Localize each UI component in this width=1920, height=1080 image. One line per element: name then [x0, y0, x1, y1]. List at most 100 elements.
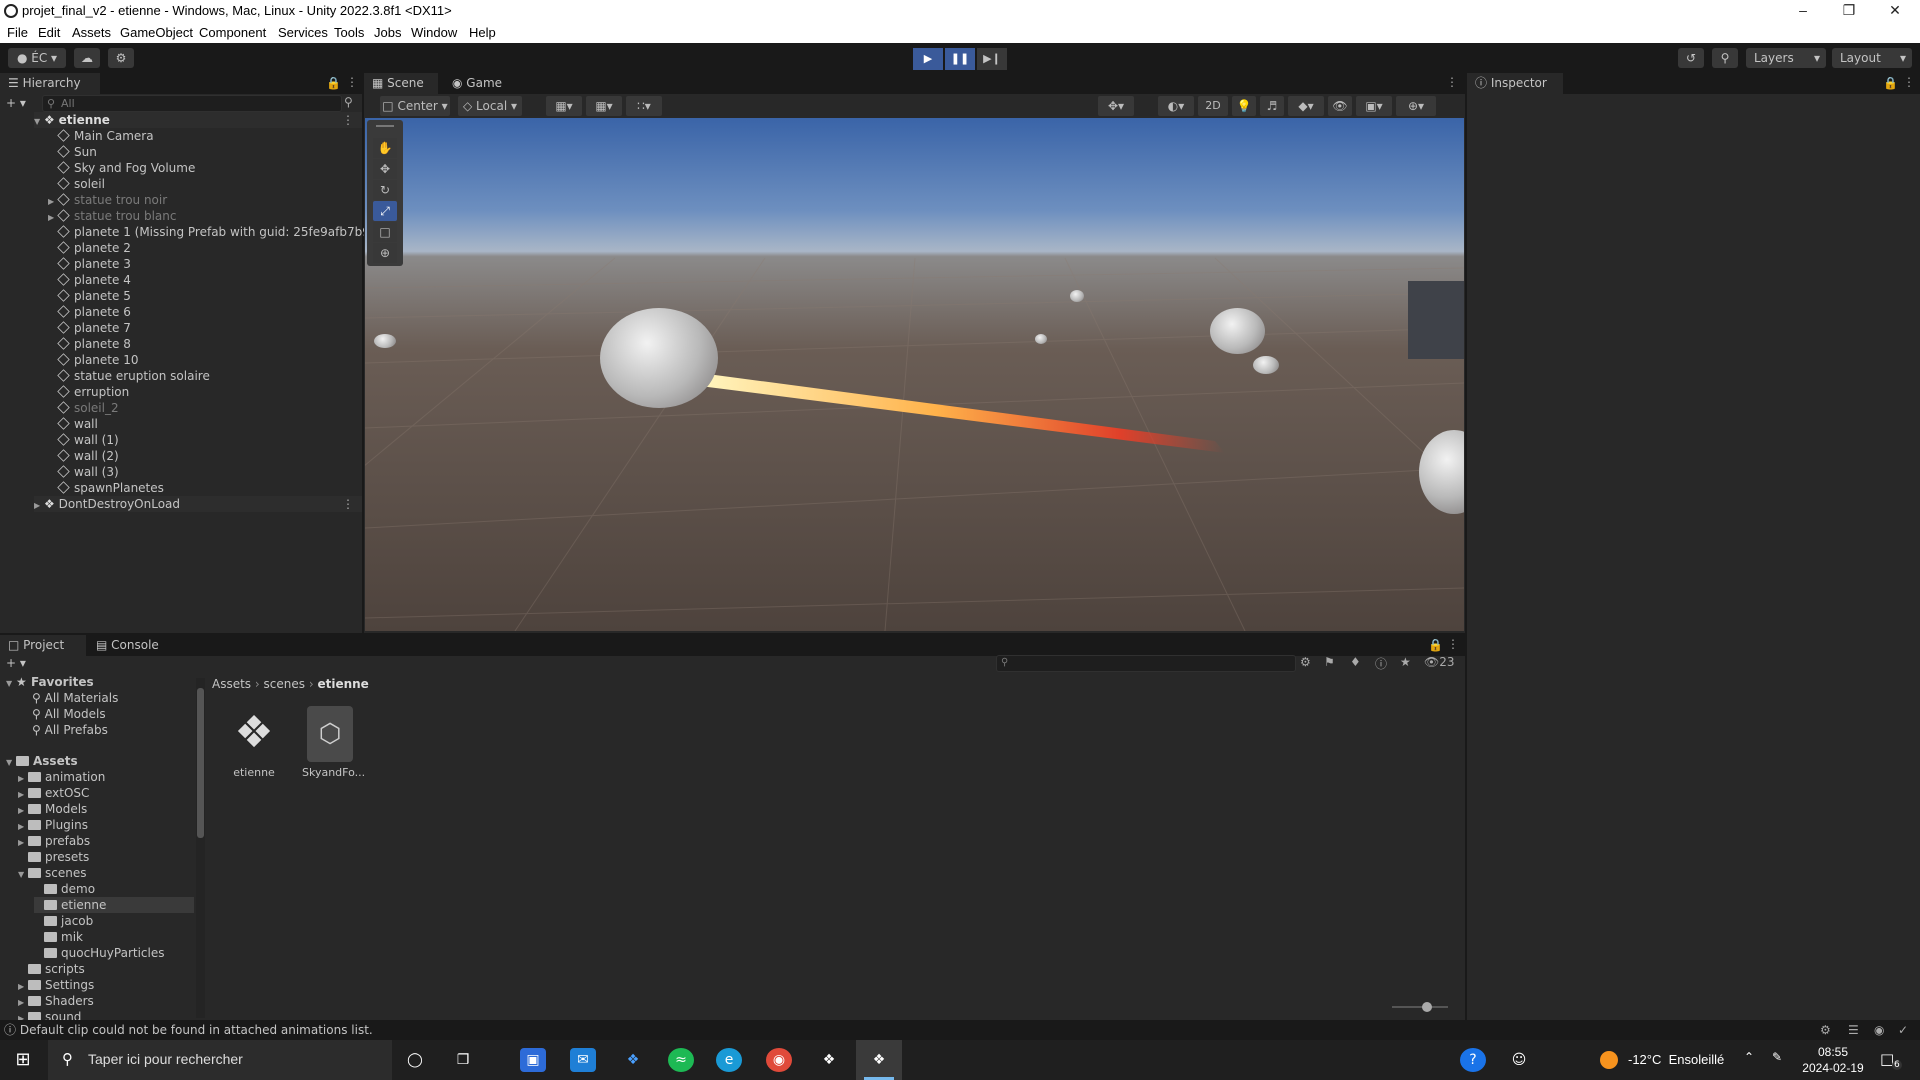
zoom-slider-thumb[interactable]	[1422, 1002, 1432, 1012]
menu-help[interactable]: Help	[469, 25, 496, 40]
hierarchy-item[interactable]: planete 3	[57, 256, 131, 272]
hierarchy-item[interactable]: statue eruption solaire	[57, 368, 210, 384]
hierarchy-item[interactable]: erruption	[57, 384, 129, 400]
hierarchy-item[interactable]: planete 7	[57, 320, 131, 336]
folder-item[interactable]: ▶ animation	[18, 769, 105, 785]
hierarchy-item[interactable]: soleil_2	[57, 400, 119, 416]
progress-icon[interactable]: ✓	[1898, 1020, 1908, 1040]
search-icon[interactable]: ⚲	[1712, 48, 1738, 68]
menu-gameobject[interactable]: GameObject	[120, 25, 193, 40]
expand-arrow-icon[interactable]: ▶	[34, 498, 44, 514]
cloud-icon[interactable]: ☁	[74, 48, 100, 68]
dont-destroy-row[interactable]: ▶ ❖ DontDestroyOnLoad ⋮	[34, 496, 362, 512]
weather-text[interactable]: -12°C Ensoleillé	[1628, 1052, 1724, 1067]
folder-item[interactable]: quocHuyParticles	[34, 945, 164, 961]
more-options-icon[interactable]: ⋮	[342, 112, 354, 128]
info-icon[interactable]: ⓘ	[1375, 655, 1387, 672]
space-dropdown[interactable]: ◇ Local ▾	[458, 96, 522, 116]
dropbox-icon[interactable]: ❖	[620, 1048, 646, 1072]
favorites-header[interactable]: ▼ ★ Favorites	[6, 674, 94, 690]
network-icon[interactable]: ◉	[1874, 1020, 1884, 1040]
expand-arrow-icon[interactable]: ▶	[48, 210, 58, 226]
rect-tool-icon[interactable]: □	[373, 222, 397, 242]
folder-item[interactable]: jacob	[34, 913, 93, 929]
status-message[interactable]: Default clip could not be found in attac…	[20, 1023, 373, 1037]
hierarchy-item[interactable]: planete 8	[57, 336, 131, 352]
tab-console[interactable]: ▤ Console	[88, 635, 168, 656]
folder-item[interactable]: ▶ prefabs	[18, 833, 90, 849]
camera-icon[interactable]: ▣▾	[1356, 96, 1392, 116]
folder-item[interactable]: ▶ extOSC	[18, 785, 89, 801]
favorite-item[interactable]: ⚲ All Materials	[32, 690, 118, 706]
project-search-input[interactable]: ⚲	[996, 655, 1296, 672]
tree-scrollbar[interactable]	[196, 678, 205, 1018]
hierarchy-item[interactable]: spawnPlanetes	[57, 480, 164, 496]
taskbar-search[interactable]: ⚲ Taper ici pour rechercher	[48, 1040, 392, 1080]
lighting-icon[interactable]: 💡	[1232, 96, 1256, 116]
hierarchy-item[interactable]: Main Camera	[57, 128, 154, 144]
folder-item[interactable]: ▶ Settings	[18, 977, 94, 993]
rotate-tool-icon[interactable]: ↻	[373, 180, 397, 200]
hierarchy-item[interactable]: soleil	[57, 176, 105, 192]
create-asset-button[interactable]: + ▾	[6, 656, 26, 670]
expand-arrow-icon[interactable]: ▼	[6, 676, 16, 692]
folder-item[interactable]: mik	[34, 929, 83, 945]
search-by-label-icon[interactable]: ⚑	[1324, 655, 1335, 669]
hierarchy-item[interactable]: wall	[57, 416, 98, 432]
expand-arrow-icon[interactable]: ▼	[6, 755, 16, 771]
folder-item[interactable]: ▶ Shaders	[18, 993, 94, 1009]
windows-start-icon[interactable]: ⊞	[10, 1048, 36, 1072]
folder-item[interactable]: ▶ Models	[18, 801, 87, 817]
folder-item[interactable]: ▼ scenes	[18, 865, 86, 881]
minimize-button[interactable]: –	[1780, 0, 1826, 22]
lock-icon[interactable]: 🔒	[326, 76, 341, 90]
help-icon[interactable]: ?	[1460, 1048, 1486, 1072]
restore-button[interactable]: ❐	[1826, 0, 1872, 22]
grip-handle[interactable]	[376, 125, 394, 127]
zoom-slider[interactable]	[1392, 1002, 1448, 1012]
transform-tool-icon[interactable]: ⊕	[373, 243, 397, 263]
hierarchy-item[interactable]: planete 4	[57, 272, 131, 288]
hidden-packages-badge[interactable]: 👁23	[1424, 655, 1455, 669]
tab-project[interactable]: □ Project	[0, 635, 86, 656]
close-button[interactable]: ✕	[1872, 0, 1918, 22]
favorite-item[interactable]: ⚲ All Prefabs	[32, 722, 108, 738]
hierarchy-search-input[interactable]: ⚲ All	[42, 95, 342, 112]
menu-component[interactable]: Component	[199, 25, 266, 40]
scene-viewport[interactable]	[365, 118, 1464, 631]
pause-button[interactable]: ❚❚	[945, 48, 975, 70]
hierarchy-item[interactable]: planete 5	[57, 288, 131, 304]
task-view-icon[interactable]: ❐	[450, 1048, 476, 1072]
more-options-icon[interactable]: ⋮	[342, 496, 354, 512]
tab-game[interactable]: ◉ Game	[444, 73, 514, 94]
sun-weather-icon[interactable]	[1600, 1051, 1618, 1069]
shading-mode-icon[interactable]: ◐▾	[1158, 96, 1194, 116]
hidden-objects-icon[interactable]: 👁	[1328, 96, 1352, 116]
scale-tool-icon[interactable]: ⤢	[373, 201, 397, 221]
notifications-icon[interactable]: □ 6	[1880, 1050, 1902, 1070]
scene-asset[interactable]: ❖ etienne	[226, 706, 282, 786]
hierarchy-item[interactable]: wall (1)	[57, 432, 119, 448]
favorite-item[interactable]: ⚲ All Models	[32, 706, 106, 722]
effects-icon[interactable]: ◆▾	[1288, 96, 1324, 116]
hand-tool-icon[interactable]: ✋	[373, 138, 397, 158]
step-button[interactable]: ▶❙	[977, 48, 1007, 70]
lock-icon[interactable]: 🔒	[1883, 76, 1898, 90]
history-icon[interactable]: ↺	[1678, 48, 1704, 68]
unity-hub-icon[interactable]: ❖	[816, 1048, 842, 1072]
more-options-icon[interactable]: ⋮	[346, 75, 358, 89]
people-icon[interactable]: ☺	[1506, 1048, 1532, 1072]
hierarchy-item[interactable]: Sky and Fog Volume	[57, 160, 195, 176]
2d-toggle[interactable]: 2D	[1198, 96, 1228, 116]
clock[interactable]: 08:55 2024-02-19	[1796, 1044, 1870, 1076]
folder-item[interactable]: scripts	[18, 961, 85, 977]
cache-icon[interactable]: ☰	[1848, 1020, 1859, 1040]
add-object-button[interactable]: + ▾	[6, 96, 26, 110]
breadcrumb-scenes[interactable]: scenes	[264, 677, 305, 691]
hierarchy-item[interactable]: planete 10	[57, 352, 138, 368]
hierarchy-item[interactable]: planete 1 (Missing Prefab with guid: 25f…	[57, 224, 378, 240]
cortana-icon[interactable]: ◯	[402, 1048, 428, 1072]
folder-item[interactable]: etienne	[34, 897, 194, 913]
layers-dropdown[interactable]: Layers ▾	[1746, 48, 1826, 68]
volume-profile-asset[interactable]: ⬡ SkyandFo...	[302, 706, 365, 786]
